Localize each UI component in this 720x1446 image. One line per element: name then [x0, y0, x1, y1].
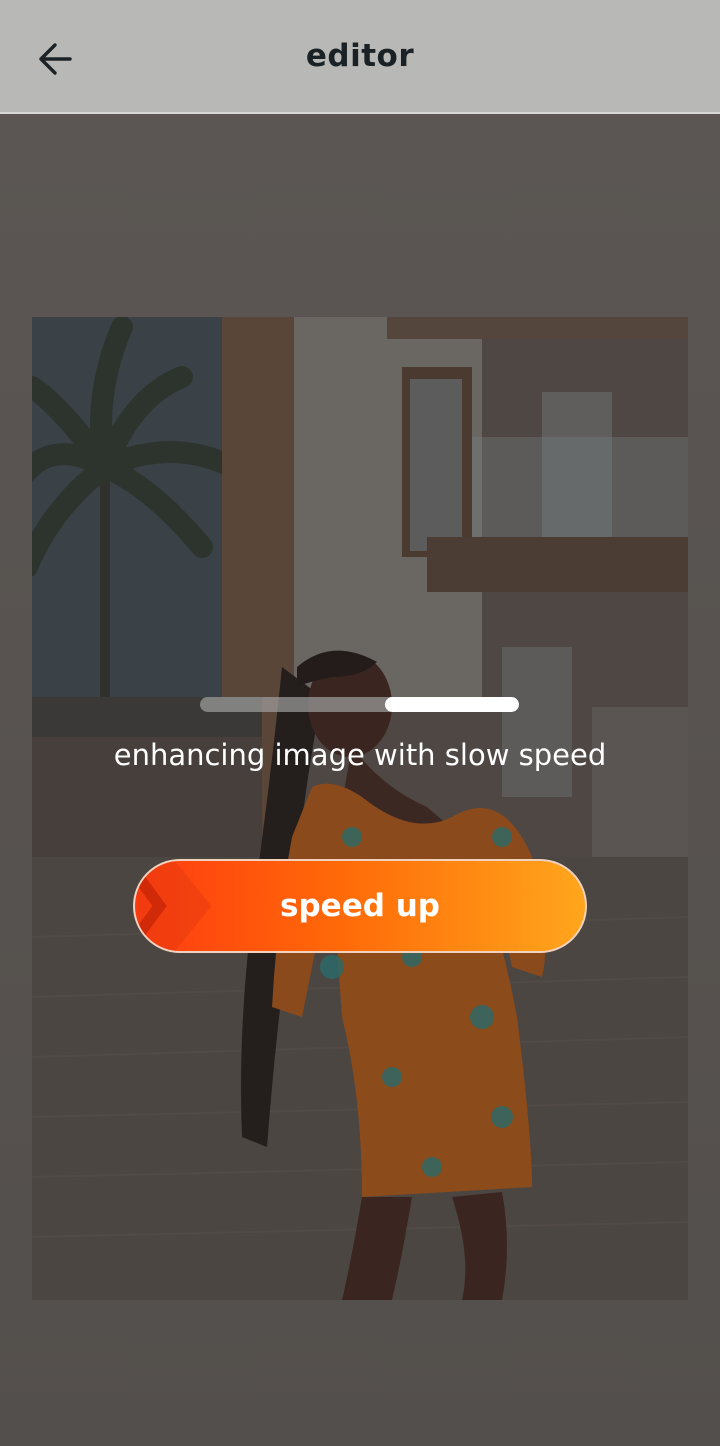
double-chevron-right-icon: [135, 861, 212, 951]
photo-preview: [32, 317, 688, 1300]
top-app-bar: editor: [0, 0, 720, 114]
photo-scene: [32, 317, 688, 1300]
page-title: editor: [305, 38, 415, 74]
speed-up-label: speed up: [280, 888, 440, 924]
speed-up-button[interactable]: speed up: [133, 859, 587, 953]
